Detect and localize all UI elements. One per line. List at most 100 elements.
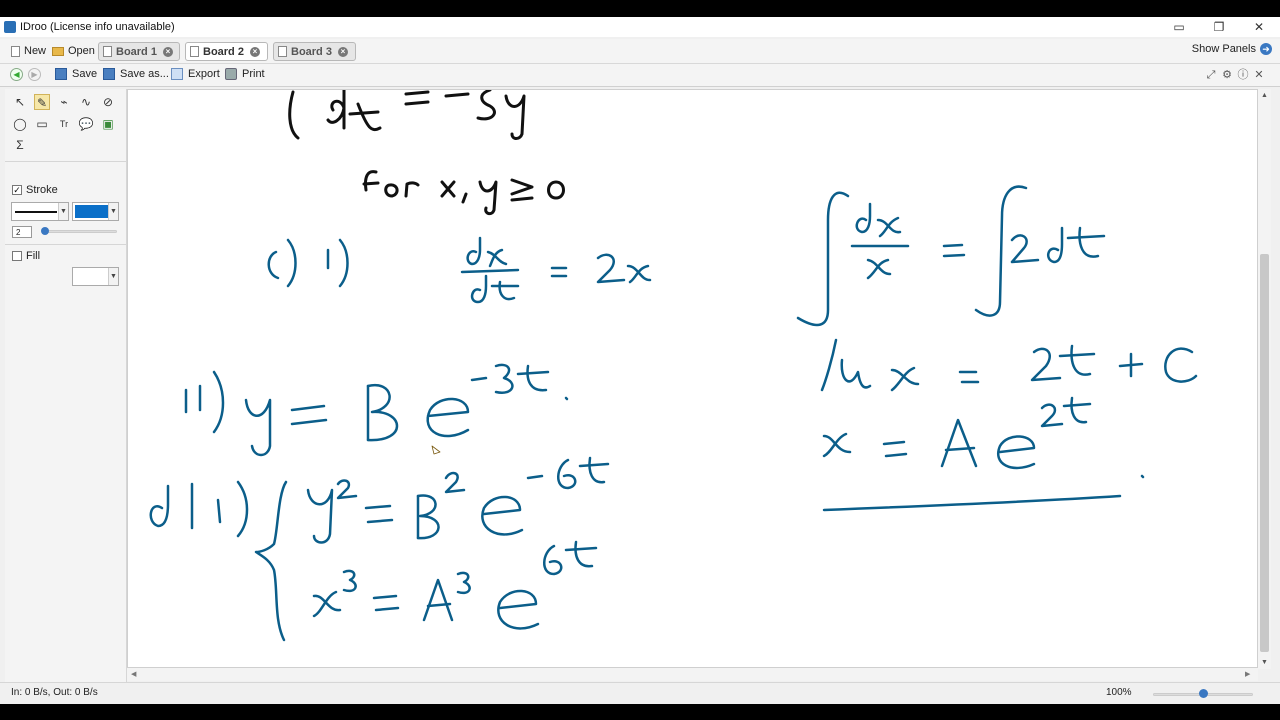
stroke-width-slider[interactable] (43, 230, 117, 233)
dt-d-stroke (1046, 226, 1064, 264)
vertical-scroll-thumb[interactable] (1260, 254, 1269, 652)
six-stroke (543, 544, 563, 576)
handwriting-layer (149, 90, 1198, 642)
open-button[interactable]: Open (52, 43, 95, 59)
dx-d-stroke (466, 236, 482, 266)
t-stroke (588, 456, 606, 484)
new-button[interactable]: New (11, 43, 46, 59)
tab-board-2[interactable]: Board 2 × (185, 42, 268, 61)
app-icon (4, 21, 16, 33)
equals-top-stroke (882, 440, 906, 446)
scroll-down-icon[interactable]: ▼ (1258, 656, 1271, 669)
equals-top-stroke (290, 404, 326, 412)
app-window: IDroo (License info unavailable) ▭ ❐ ✕ N… (0, 17, 1280, 704)
export-icon (171, 68, 183, 80)
save-button[interactable]: Save (55, 68, 97, 80)
stroke-style-select[interactable]: ▼ (11, 202, 69, 221)
dot-stroke (1140, 474, 1145, 479)
comma-stroke (461, 192, 468, 204)
restore-button[interactable]: ❐ (1210, 19, 1228, 35)
formula-tool-icon[interactable]: Σ (12, 137, 28, 153)
monitor-icon[interactable]: ▭ (1170, 19, 1188, 35)
dt-t-bar-stroke (1066, 234, 1106, 240)
ellipse-tool-icon[interactable]: ◯ (12, 116, 28, 132)
open-folder-icon (52, 46, 64, 56)
save-as-button[interactable]: Save as... (103, 68, 169, 80)
stroke-width-slider-handle[interactable] (41, 227, 49, 235)
close-panel-icon[interactable]: ✕ (1253, 69, 1265, 81)
text-tool-icon[interactable]: Tr (56, 116, 72, 132)
highlighter-tool-icon[interactable]: ⌁ (56, 94, 72, 110)
info-icon[interactable]: ⓘ (1237, 69, 1249, 81)
scroll-up-icon[interactable]: ▲ (1258, 89, 1271, 102)
three-stroke (476, 90, 496, 121)
i-stroke (216, 498, 222, 524)
b-bowl-stroke (366, 383, 399, 442)
equals-bottom-stroke (404, 100, 430, 106)
two-stroke (1030, 347, 1062, 382)
tab-bar: New Open Board 1 × Board 2 × Board 3 × S… (0, 39, 1280, 64)
forward-button[interactable]: ▶ (28, 68, 41, 81)
zero-stroke (547, 180, 565, 200)
eraser-tool-icon[interactable]: ⊘ (100, 94, 116, 110)
title-bar: IDroo (License info unavailable) ▭ ❐ ✕ (0, 17, 1280, 37)
t-bar-stroke (1058, 352, 1096, 358)
dx-d-stroke (855, 202, 872, 234)
t-stroke (1070, 396, 1088, 424)
fill-label: Fill (26, 250, 41, 262)
x-stroke (822, 434, 852, 454)
chevron-down-icon: ▼ (58, 203, 68, 220)
t-stroke (526, 364, 548, 392)
stroke-color-swatch (75, 205, 108, 218)
export-button[interactable]: Export (171, 68, 220, 80)
d-stroke (326, 99, 346, 124)
exponent-two-stroke (444, 471, 466, 494)
select-pointer-icon[interactable]: ↖ (12, 94, 28, 110)
geq-stroke (510, 178, 534, 196)
e-stroke (481, 495, 524, 536)
tab-board-1[interactable]: Board 1 × (98, 42, 180, 61)
y-stroke (244, 398, 272, 457)
speech-bubble-icon[interactable]: 💬 (78, 116, 94, 132)
close-tab-icon[interactable]: × (249, 46, 260, 57)
exponent-three-stroke (342, 569, 357, 593)
back-button[interactable]: ◀ (10, 68, 23, 81)
close-tab-icon[interactable]: × (162, 46, 173, 57)
print-button[interactable]: Print (225, 68, 265, 80)
fill-color-select[interactable]: ▼ (72, 267, 119, 286)
close-window-button[interactable]: ✕ (1250, 19, 1268, 35)
stroke-color-select[interactable]: ▼ (72, 202, 119, 221)
scroll-left-icon[interactable]: ◀ (131, 668, 136, 681)
b-bowl-stroke (416, 494, 440, 540)
stroke-checkbox[interactable]: ✓ (12, 185, 22, 195)
open-label: Open (68, 45, 95, 57)
scroll-right-icon[interactable]: ▶ (1245, 668, 1250, 681)
print-label: Print (242, 68, 265, 80)
rectangle-tool-icon[interactable]: ▭ (34, 116, 50, 132)
fill-checkbox[interactable] (12, 251, 22, 261)
whiteboard-canvas[interactable] (127, 89, 1258, 668)
tab-board-3[interactable]: Board 3 × (273, 42, 356, 61)
tools-panel: ↖ ✎ ⌁ ∿ ⊘ ◯ ▭ Tr 💬 ▣ Σ ✓ Stroke ▼ ▼ 2 Fi… (5, 89, 127, 682)
tab-label: Board 2 (203, 45, 244, 58)
new-document-icon (11, 45, 20, 57)
export-label: Export (188, 68, 220, 80)
zoom-level: 100% (1106, 687, 1132, 698)
close-tab-icon[interactable]: × (337, 46, 348, 57)
stroke-width-input[interactable]: 2 (12, 226, 32, 238)
horizontal-scrollbar[interactable]: ◀ ▶ (127, 668, 1258, 681)
pencil-tool-icon[interactable]: ✎ (34, 94, 50, 110)
two-stroke (596, 253, 626, 284)
exponent-three-stroke (456, 571, 471, 595)
vertical-scrollbar[interactable]: ▲ ▼ (1258, 89, 1271, 669)
image-tool-icon[interactable]: ▣ (100, 116, 116, 132)
r-stroke (404, 181, 420, 198)
chevron-down-icon: ▼ (108, 268, 118, 285)
brace-stroke (254, 480, 288, 642)
save-as-label: Save as... (120, 68, 169, 80)
zoom-slider-handle[interactable] (1199, 689, 1208, 698)
freehand-curve-icon[interactable]: ∿ (78, 94, 94, 110)
gear-icon[interactable]: ⚙ (1221, 69, 1233, 81)
show-panels-button[interactable]: Show Panels ➜ (1192, 43, 1272, 55)
fullscreen-icon[interactable]: ⤢ (1205, 69, 1217, 81)
